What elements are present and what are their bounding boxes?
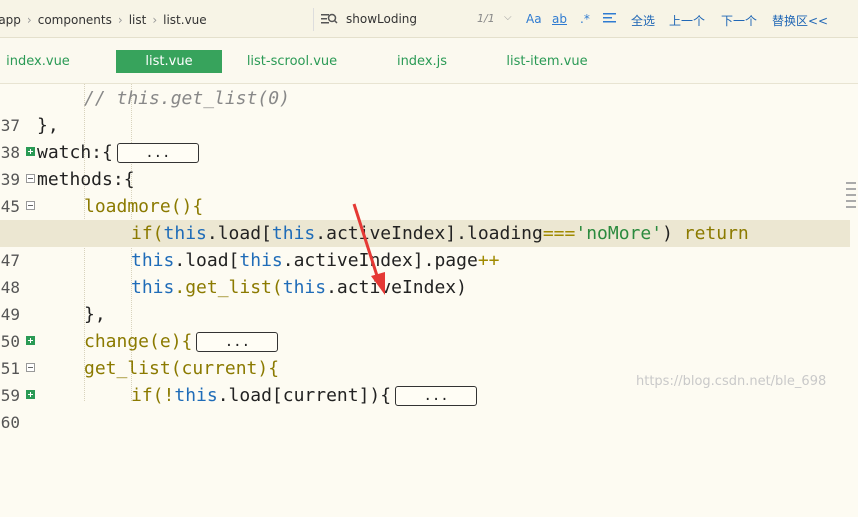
find-replace-icon[interactable] (320, 11, 338, 30)
line-number: 60 (0, 413, 20, 432)
expand-fold-icon[interactable] (26, 336, 35, 345)
code-line: 46 loadmore(){ (0, 193, 850, 243)
code-token: this (131, 277, 175, 298)
code-token: .load[ (206, 223, 272, 244)
find-box: 1/1 ⌵ (313, 8, 521, 31)
tab-list-scrool-vue[interactable]: list-scrool.vue (242, 50, 342, 73)
code-editor[interactable]: 37 // this.get_list(0) 38 }, 39 watch:{.… (0, 84, 858, 432)
comment-text: // this.get_list(0) (84, 88, 290, 109)
breadcrumb-item-app[interactable]: -app (0, 13, 21, 27)
collapse-fold-icon[interactable] (26, 201, 35, 210)
watermark: https://blog.csdn.net/ble_698 (636, 374, 827, 389)
code-text: methods:{ (37, 169, 135, 190)
expand-fold-icon[interactable] (26, 147, 35, 156)
breadcrumb-separator-icon: › (117, 12, 123, 27)
whole-word-toggle[interactable]: ab (552, 12, 567, 26)
tab-index-js[interactable]: index.js (392, 50, 452, 73)
scrollbar-markers[interactable] (846, 182, 858, 212)
select-all-button[interactable]: 全选 (631, 12, 655, 29)
tab-list-vue[interactable]: list.vue (116, 50, 222, 73)
breadcrumb: -app › components › list › list.vue (0, 12, 207, 27)
code-text: }, (37, 115, 59, 136)
breadcrumb-item-file[interactable]: list.vue (163, 13, 207, 27)
breadcrumb-item-list[interactable]: list (129, 13, 147, 27)
tab-list-item-vue[interactable]: list-item.vue (502, 50, 592, 73)
code-token: return (683, 223, 749, 244)
code-token: this (174, 385, 218, 406)
code-text: change(e){ (84, 331, 193, 352)
tab-index-vue[interactable]: index.vue (0, 50, 76, 73)
breadcrumb-separator-icon: › (152, 12, 158, 27)
collapsed-region-button[interactable]: ... (116, 143, 199, 163)
code-line: 48 this.load[this.activeIndex].page++ (0, 247, 850, 297)
breadcrumb-separator-icon: › (26, 12, 32, 27)
code-text: }, (84, 304, 106, 325)
code-line: 51 change(e){... (0, 328, 850, 378)
code-token: this (271, 223, 316, 244)
editor-tab-bar: index.vue list.vue list-scrool.vue index… (0, 38, 858, 84)
collapse-fold-icon[interactable] (26, 363, 35, 372)
code-line: 38 }, (0, 112, 850, 162)
match-case-toggle[interactable]: Aa (526, 12, 542, 26)
code-line: 45 methods:{ (0, 166, 850, 216)
find-match-count: 1/1 (477, 12, 495, 25)
find-input[interactable] (346, 11, 474, 27)
collapse-fold-icon[interactable] (26, 174, 35, 183)
code-token: if( (131, 223, 164, 244)
code-text: get_list(current){ (84, 358, 280, 379)
code-line: 49 this.get_list(this.activeIndex) (0, 274, 850, 324)
replace-panel-toggle[interactable]: 替换区<< (772, 12, 828, 29)
red-arrow-annotation-icon (352, 203, 385, 295)
code-token: this (239, 250, 283, 271)
breadcrumb-item-components[interactable]: components (38, 13, 112, 27)
regex-toggle[interactable]: .* (580, 12, 590, 26)
code-token: ++ (477, 250, 500, 271)
code-token: .load[ (174, 250, 240, 271)
chevron-down-icon[interactable]: ⌵ (504, 12, 512, 23)
code-token: 'noMore' (575, 223, 663, 244)
code-line-current: 47 if(this.load[this.activeIndex].loadin… (0, 220, 850, 270)
code-token: .get_list( (174, 277, 283, 298)
in-selection-icon[interactable] (603, 12, 617, 27)
code-line: 39 watch:{... (0, 139, 850, 189)
top-bar: -app › components › list › list.vue 1/1 ⌵ Aa a… (0, 0, 858, 38)
collapsed-region-button[interactable]: ... (395, 386, 478, 406)
code-line: 37 // this.get_list(0) (0, 85, 850, 135)
find-previous-button[interactable]: 上一个 (669, 12, 705, 29)
code-text: loadmore(){ (84, 196, 204, 217)
code-token: === (542, 223, 576, 244)
code-token: ) (662, 223, 684, 244)
code-token: this (163, 223, 207, 244)
expand-fold-icon[interactable] (26, 390, 35, 399)
find-next-button[interactable]: 下一个 (721, 12, 757, 29)
code-token: if(! (131, 385, 175, 406)
code-token: .load[current]){ (217, 385, 392, 406)
collapsed-region-button[interactable]: ... (196, 332, 279, 352)
code-token: this (131, 250, 175, 271)
code-token: this (282, 277, 327, 298)
code-line: 50 }, (0, 301, 850, 351)
code-text: watch:{ (37, 142, 113, 163)
